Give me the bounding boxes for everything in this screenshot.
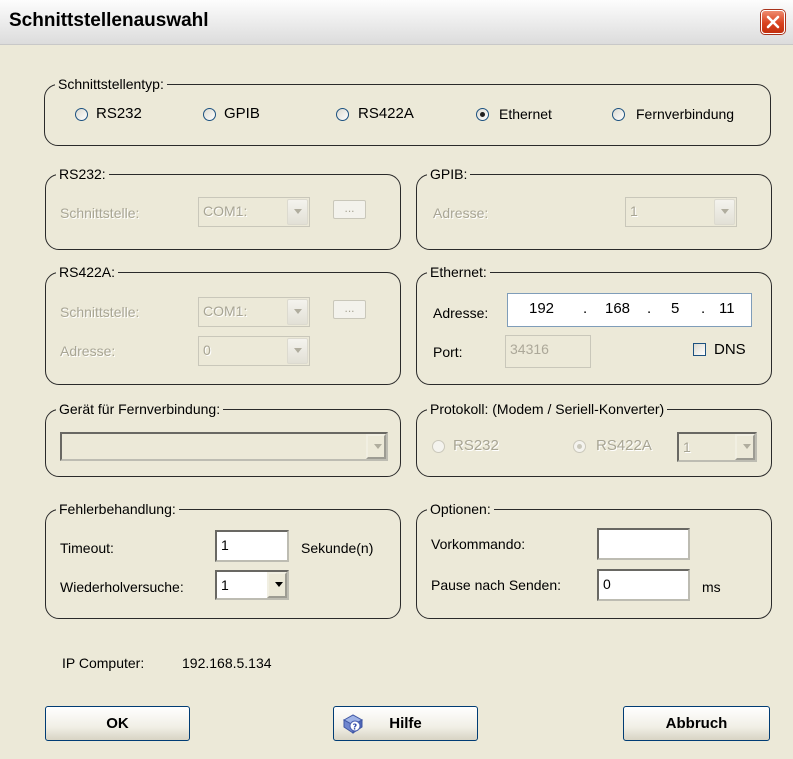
- rs422a-browse-button[interactable]: ...: [333, 300, 366, 319]
- ip-dot-3: .: [701, 300, 706, 317]
- help-button[interactable]: ? Hilfe: [333, 706, 478, 741]
- rs422a-address-select[interactable]: 0: [198, 336, 310, 366]
- pause-label: Pause nach Senden:: [431, 577, 561, 593]
- radio-ethernet-label[interactable]: Ethernet: [499, 105, 552, 123]
- help-icon: ?: [342, 713, 364, 747]
- ethernet-legend: Ethernet:: [427, 263, 490, 281]
- protocol-address-value: 1: [683, 439, 691, 455]
- chevron-down-icon[interactable]: [287, 338, 308, 364]
- retry-value: 1: [221, 577, 229, 593]
- chevron-down-icon[interactable]: [366, 434, 386, 459]
- protocol-radio-rs232-label[interactable]: RS232: [453, 437, 499, 455]
- svg-text:?: ?: [353, 723, 358, 732]
- rs232-port-value: COM1:: [203, 203, 248, 219]
- title-bar[interactable]: Schnittstellenauswahl: [0, 0, 793, 45]
- options-legend: Optionen:: [427, 500, 494, 518]
- pause-input[interactable]: 0: [597, 569, 690, 601]
- timeout-input[interactable]: 1: [215, 530, 289, 562]
- retry-label: Wiederholversuche:: [60, 579, 184, 595]
- timeout-value: 1: [221, 537, 229, 553]
- radio-fernverbindung[interactable]: [612, 108, 625, 121]
- pause-unit: ms: [702, 579, 721, 595]
- radio-rs422a-label[interactable]: RS422A: [358, 105, 414, 123]
- protocol-radio-rs422a-label[interactable]: RS422A: [596, 437, 652, 455]
- radio-fernverbindung-label[interactable]: Fernverbindung: [636, 105, 734, 123]
- precommand-label: Vorkommando:: [431, 536, 526, 552]
- dns-checkbox[interactable]: [693, 343, 706, 356]
- ok-button-label: OK: [106, 715, 129, 732]
- rs422a-legend: RS422A:: [56, 263, 119, 281]
- protocol-radio-rs232[interactable]: [432, 440, 445, 453]
- chevron-down-icon[interactable]: [735, 434, 755, 460]
- error-handling-group: Fehlerbehandlung:: [45, 500, 401, 619]
- precommand-input[interactable]: [597, 528, 690, 560]
- help-button-label: Hilfe: [389, 715, 422, 732]
- timeout-unit: Sekunde(n): [301, 540, 374, 556]
- ethernet-port-label: Port:: [433, 344, 463, 360]
- chevron-down-icon[interactable]: [287, 199, 308, 225]
- chevron-down-icon[interactable]: [287, 299, 308, 325]
- radio-rs422a[interactable]: [336, 108, 349, 121]
- ip-octet-2: 168: [605, 300, 631, 317]
- cancel-button-label: Abbruch: [665, 715, 728, 732]
- interface-type-legend: Schnittstellentyp:: [55, 75, 167, 93]
- protocol-address-select[interactable]: 1: [677, 432, 757, 462]
- remote-device-legend: Gerät für Fernverbindung:: [56, 400, 224, 418]
- rs422a-port-select[interactable]: COM1:: [198, 297, 310, 327]
- rs232-port-label: Schnittstelle:: [60, 205, 140, 221]
- cancel-button[interactable]: Abbruch: [623, 706, 770, 741]
- timeout-label: Timeout:: [60, 540, 114, 556]
- ip-octet-1: 192: [529, 300, 555, 317]
- radio-rs232[interactable]: [75, 108, 88, 121]
- chevron-down-icon[interactable]: [267, 572, 287, 598]
- gpib-legend: GPIB:: [427, 165, 471, 183]
- ethernet-address-label: Adresse:: [433, 305, 489, 321]
- ok-button[interactable]: OK: [45, 706, 190, 741]
- dns-label[interactable]: DNS: [714, 341, 746, 359]
- ip-dot-1: .: [583, 300, 588, 317]
- ethernet-ip-input[interactable]: 192 . 168 . 5 . 11: [507, 293, 752, 327]
- close-icon: [766, 15, 780, 29]
- rs232-browse-button[interactable]: ...: [333, 200, 366, 219]
- ethernet-port-value: 34316: [510, 341, 549, 357]
- retry-select[interactable]: 1: [215, 570, 289, 600]
- gpib-address-select[interactable]: 1: [625, 197, 737, 227]
- rs232-legend: RS232:: [56, 165, 109, 183]
- chevron-down-icon[interactable]: [714, 199, 735, 225]
- radio-gpib[interactable]: [203, 108, 216, 121]
- rs422a-address-label: Adresse:: [60, 343, 116, 359]
- rs422a-address-value: 0: [203, 342, 211, 358]
- radio-rs232-label[interactable]: RS232: [96, 105, 142, 123]
- radio-gpib-label[interactable]: GPIB: [224, 105, 260, 123]
- rs422a-group: RS422A:: [45, 263, 401, 385]
- rs422a-port-label: Schnittstelle:: [60, 304, 140, 320]
- error-handling-legend: Fehlerbehandlung:: [56, 500, 179, 518]
- ethernet-port-input[interactable]: 34316: [505, 335, 591, 368]
- options-group: Optionen:: [416, 500, 772, 619]
- ip-dot-2: .: [647, 300, 652, 317]
- ip-computer-value: 192.168.5.134: [182, 655, 272, 671]
- window-title: Schnittstellenauswahl: [9, 10, 209, 31]
- remote-device-select[interactable]: [60, 432, 388, 461]
- gpib-address-label: Adresse:: [433, 205, 489, 221]
- protocol-radio-rs422a[interactable]: [573, 440, 586, 453]
- ip-computer-label: IP Computer:: [62, 655, 145, 671]
- rs232-port-select[interactable]: COM1:: [198, 197, 310, 227]
- pause-value: 0: [603, 576, 611, 592]
- ip-octet-4: 11: [719, 300, 735, 317]
- rs422a-port-value: COM1:: [203, 303, 248, 319]
- radio-ethernet[interactable]: [476, 108, 489, 121]
- ip-octet-3: 5: [671, 300, 680, 317]
- close-button[interactable]: [761, 10, 785, 34]
- protocol-legend: Protokoll: (Modem / Seriell-Konverter): [427, 400, 668, 418]
- ethernet-group: Ethernet:: [416, 263, 772, 385]
- gpib-address-value: 1: [630, 203, 638, 219]
